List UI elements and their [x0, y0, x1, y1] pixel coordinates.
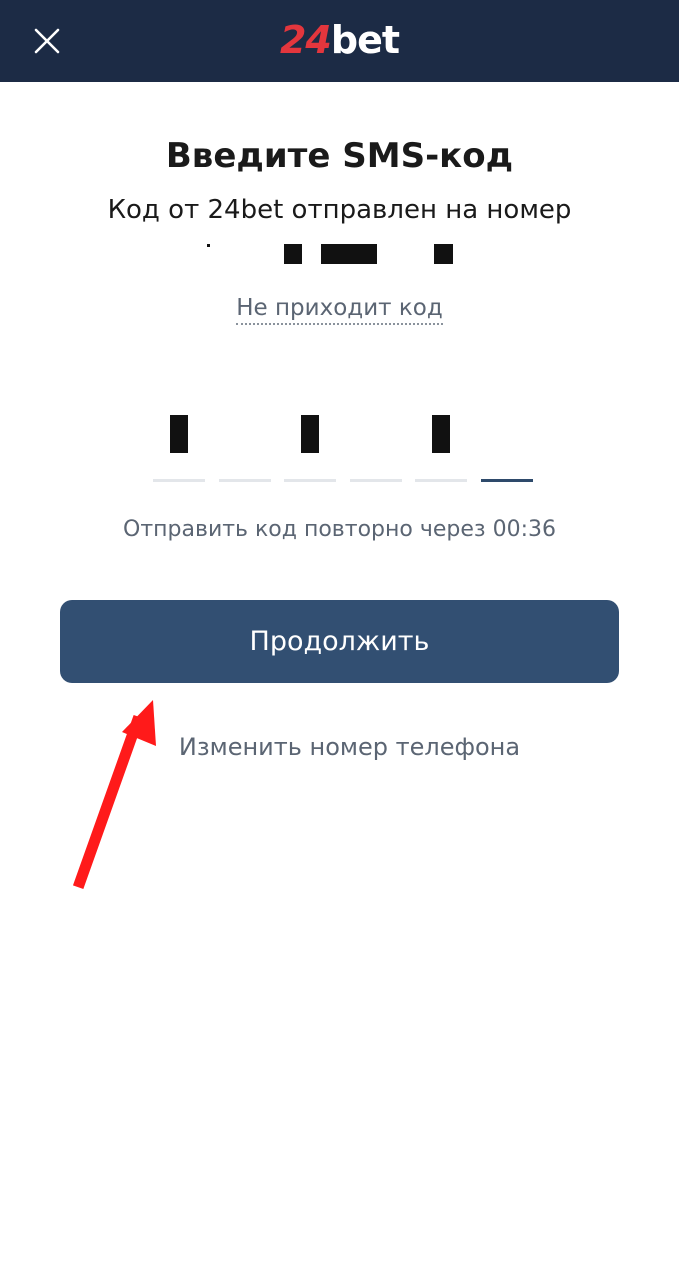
redaction-mark: [434, 244, 453, 264]
slot-underline: [284, 479, 336, 482]
redaction-mark: [321, 244, 377, 264]
code-slot-5[interactable]: [415, 410, 467, 482]
redaction-mark: [207, 244, 210, 247]
brand-logo: 24bet: [0, 14, 679, 66]
continue-button[interactable]: Продолжить: [60, 600, 619, 683]
masked-digit: [170, 415, 188, 453]
sms-verification-screen: 24bet Введите SMS-код Код от 24bet отпра…: [0, 0, 679, 1280]
slot-underline: [415, 479, 467, 482]
code-slot-1[interactable]: [153, 410, 205, 482]
redaction-mark: [284, 244, 302, 264]
masked-digit: [432, 415, 450, 453]
page-title: Введите SMS-код: [165, 136, 514, 176]
change-phone-link[interactable]: Изменить номер телефона: [0, 728, 679, 766]
page-subtitle: Код от 24bet отправлен на номер: [107, 195, 572, 225]
slot-underline-active: [481, 479, 533, 482]
logo-word: bet: [330, 18, 400, 62]
no-code-link-wrap: Не приходит код: [0, 290, 679, 326]
masked-digit: [301, 415, 319, 453]
code-slot-6[interactable]: [481, 410, 533, 482]
slot-underline: [219, 479, 271, 482]
top-bar: 24bet: [0, 0, 679, 82]
slot-underline: [153, 479, 205, 482]
code-slot-4[interactable]: [350, 410, 402, 482]
code-slot-3[interactable]: [284, 410, 336, 482]
resend-countdown: Отправить код повторно через 00:36: [123, 517, 556, 542]
no-code-link[interactable]: Не приходит код: [236, 295, 443, 325]
logo-number: 24: [279, 18, 332, 62]
slot-underline: [350, 479, 402, 482]
code-slot-2[interactable]: [219, 410, 271, 482]
